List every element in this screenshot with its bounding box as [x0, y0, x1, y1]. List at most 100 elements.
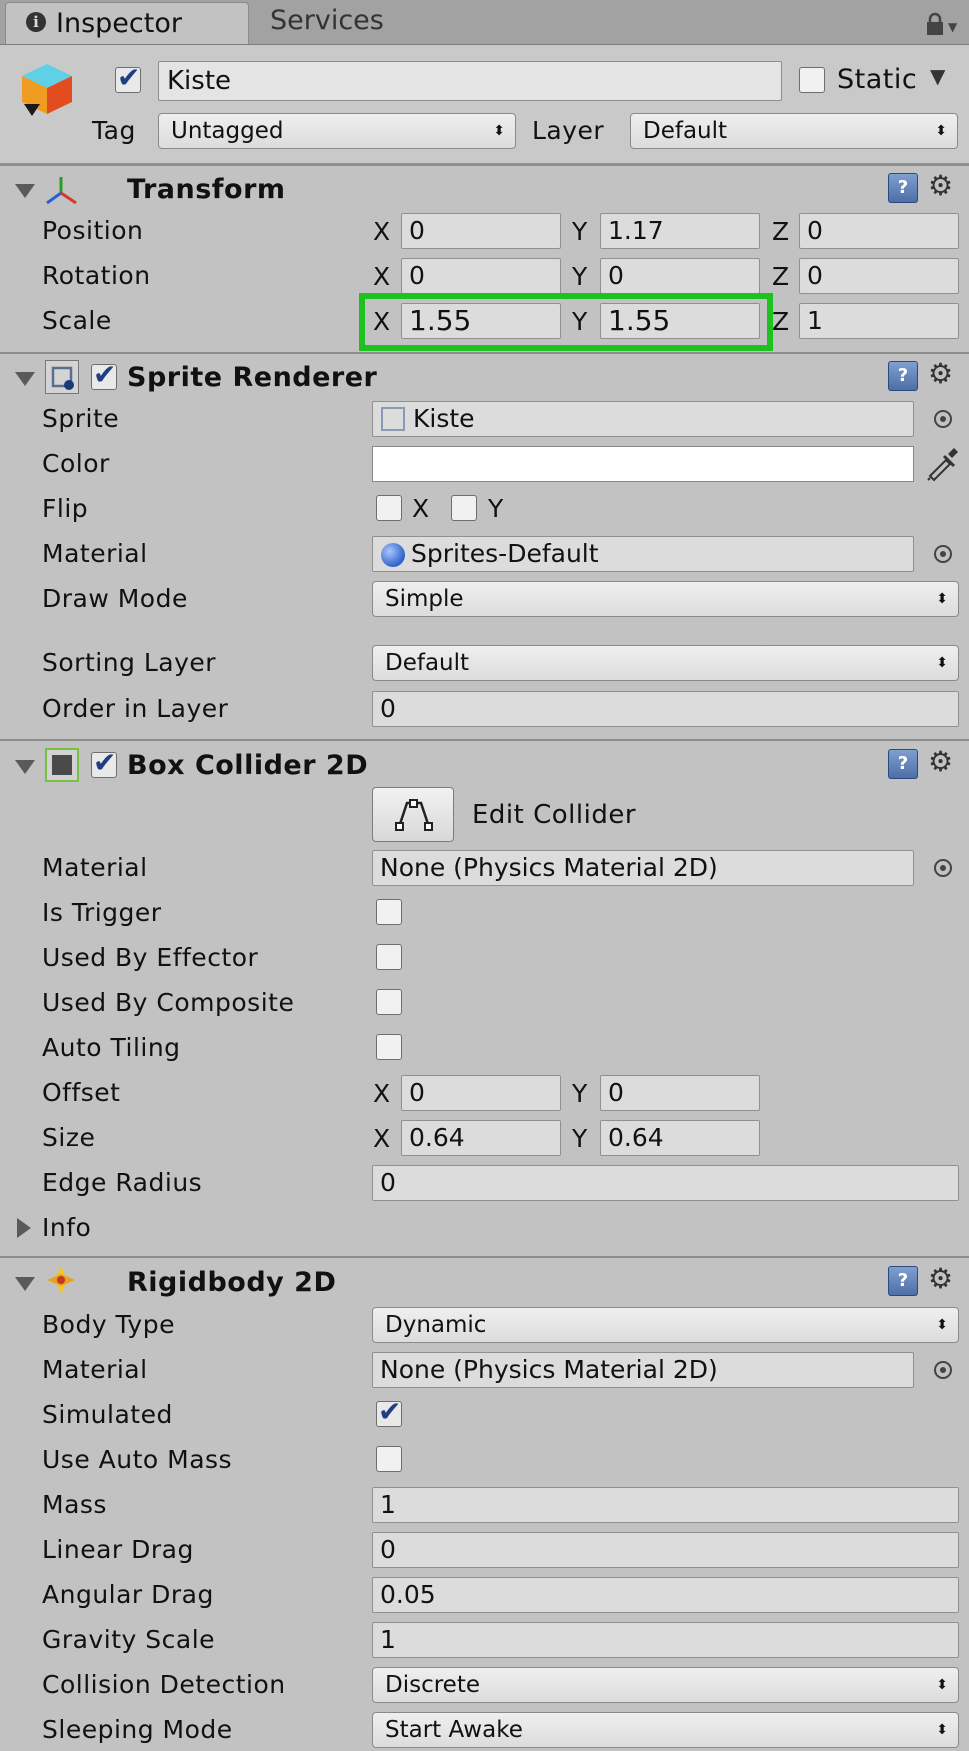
rotation-y-field[interactable]: 0 [600, 258, 760, 294]
collision-detection-dropdown[interactable]: Discrete ⬍ [372, 1667, 959, 1703]
eyedropper-icon[interactable] [924, 446, 960, 482]
rotation-x-field[interactable]: 0 [401, 258, 561, 294]
offset-x-field[interactable]: 0 [401, 1075, 561, 1111]
flip-x-checkbox[interactable] [376, 495, 402, 521]
help-icon[interactable]: ? [888, 749, 918, 779]
static-checkbox[interactable] [799, 67, 825, 93]
box-collider-title: Box Collider 2D [127, 750, 369, 781]
tag-dropdown-value: Untagged [171, 118, 284, 144]
mass-field[interactable]: 1 [372, 1487, 959, 1523]
static-dropdown-icon[interactable]: ▼ [930, 64, 945, 88]
is-trigger-checkbox[interactable] [376, 899, 402, 925]
size-x-field[interactable]: 0.64 [401, 1120, 561, 1156]
gravity-scale-field[interactable]: 1 [372, 1622, 959, 1658]
gravity-scale-label: Gravity Scale [42, 1625, 216, 1654]
draw-mode-dropdown[interactable]: Simple ⬍ [372, 581, 959, 617]
object-name-field[interactable]: Kiste [158, 61, 782, 101]
object-picker-icon[interactable] [934, 410, 952, 428]
static-label: Static [837, 64, 918, 95]
order-in-layer-field[interactable]: 0 [372, 691, 959, 727]
lock-icon[interactable] [925, 12, 945, 36]
sleeping-mode-value: Start Awake [385, 1717, 523, 1743]
info-icon: i [26, 12, 46, 32]
separator [0, 352, 969, 354]
gear-icon[interactable]: ⚙ [928, 359, 953, 389]
layer-dropdown-value: Default [643, 118, 728, 144]
body-type-dropdown[interactable]: Dynamic ⬍ [372, 1307, 959, 1343]
auto-tiling-label: Auto Tiling [42, 1033, 181, 1062]
sprite-field[interactable]: Kiste [372, 401, 914, 437]
edit-collider-icon [395, 799, 433, 831]
foldout-info[interactable] [17, 1218, 31, 1238]
gear-icon[interactable]: ⚙ [928, 171, 953, 201]
box-collider-enabled-checkbox[interactable] [91, 746, 117, 779]
edge-radius-label: Edge Radius [42, 1168, 203, 1197]
foldout-sprite-renderer[interactable] [15, 372, 35, 386]
tab-menu-icon[interactable]: ▼ [948, 20, 957, 34]
foldout-rigidbody[interactable] [15, 1277, 35, 1291]
sprite-renderer-title: Sprite Renderer [127, 362, 378, 393]
material-label: Material [42, 539, 148, 568]
foldout-transform[interactable] [15, 184, 35, 198]
used-by-effector-label: Used By Effector [42, 943, 259, 972]
sorting-layer-value: Default [385, 650, 470, 676]
sorting-layer-label: Sorting Layer [42, 648, 217, 677]
flip-x-label: X [412, 494, 430, 523]
cube-icon [18, 60, 76, 118]
sorting-layer-dropdown[interactable]: Default ⬍ [372, 645, 959, 681]
gear-icon[interactable]: ⚙ [928, 1264, 953, 1294]
sleeping-mode-dropdown[interactable]: Start Awake ⬍ [372, 1712, 959, 1748]
auto-tiling-checkbox[interactable] [376, 1034, 402, 1060]
angular-drag-field[interactable]: 0.05 [372, 1577, 959, 1613]
tab-inspector[interactable]: i Inspector [5, 2, 249, 44]
edge-radius-field[interactable]: 0 [372, 1165, 959, 1201]
flip-y-checkbox[interactable] [451, 495, 477, 521]
position-x-field[interactable]: 0 [401, 213, 561, 249]
color-label: Color [42, 449, 110, 478]
object-picker-icon[interactable] [934, 1361, 952, 1379]
rb-material-field[interactable]: None (Physics Material 2D) [372, 1352, 914, 1388]
info-label[interactable]: Info [42, 1208, 91, 1248]
use-auto-mass-checkbox[interactable] [376, 1446, 402, 1472]
foldout-box-collider[interactable] [15, 760, 35, 774]
help-icon[interactable]: ? [888, 361, 918, 391]
rigidbody-icon [45, 1264, 77, 1296]
position-z-field[interactable]: 0 [799, 213, 959, 249]
active-checkbox[interactable] [115, 61, 141, 94]
edit-collider-label: Edit Collider [472, 800, 637, 830]
axis-x: X [373, 1079, 391, 1108]
gear-icon[interactable]: ⚙ [928, 747, 953, 777]
flip-label: Flip [42, 494, 89, 523]
help-icon[interactable]: ? [888, 173, 918, 203]
layer-dropdown[interactable]: Default ⬍ [630, 113, 958, 149]
used-by-effector-checkbox[interactable] [376, 944, 402, 970]
help-icon[interactable]: ? [888, 1266, 918, 1296]
transform-axes-icon [44, 175, 78, 207]
sprite-material-field[interactable]: Sprites-Default [372, 536, 914, 572]
simulated-checkbox[interactable] [376, 1395, 402, 1428]
offset-y-field[interactable]: 0 [600, 1075, 760, 1111]
tab-services[interactable]: Services [252, 2, 422, 40]
object-picker-icon[interactable] [934, 859, 952, 877]
object-picker-icon[interactable] [934, 545, 952, 563]
used-by-composite-checkbox[interactable] [376, 989, 402, 1015]
axis-z: Z [772, 307, 790, 336]
collider-material-field[interactable]: None (Physics Material 2D) [372, 850, 914, 886]
axis-y: Y [572, 1079, 588, 1108]
updown-icon: ⬍ [936, 591, 948, 607]
tag-dropdown[interactable]: Untagged ⬍ [158, 113, 516, 149]
edit-collider-button[interactable] [372, 787, 454, 842]
rotation-z-field[interactable]: 0 [799, 258, 959, 294]
color-swatch[interactable] [372, 446, 914, 482]
scale-z-field[interactable]: 1 [799, 303, 959, 339]
use-auto-mass-label: Use Auto Mass [42, 1445, 233, 1474]
axis-x: X [373, 262, 391, 291]
size-y-field[interactable]: 0.64 [600, 1120, 760, 1156]
body-type-value: Dynamic [385, 1312, 487, 1338]
position-y-field[interactable]: 1.17 [600, 213, 760, 249]
axis-x: X [373, 1124, 391, 1153]
linear-drag-field[interactable]: 0 [372, 1532, 959, 1568]
collision-detection-label: Collision Detection [42, 1670, 286, 1699]
used-by-composite-label: Used By Composite [42, 988, 295, 1017]
sprite-renderer-enabled-checkbox[interactable] [91, 358, 117, 391]
